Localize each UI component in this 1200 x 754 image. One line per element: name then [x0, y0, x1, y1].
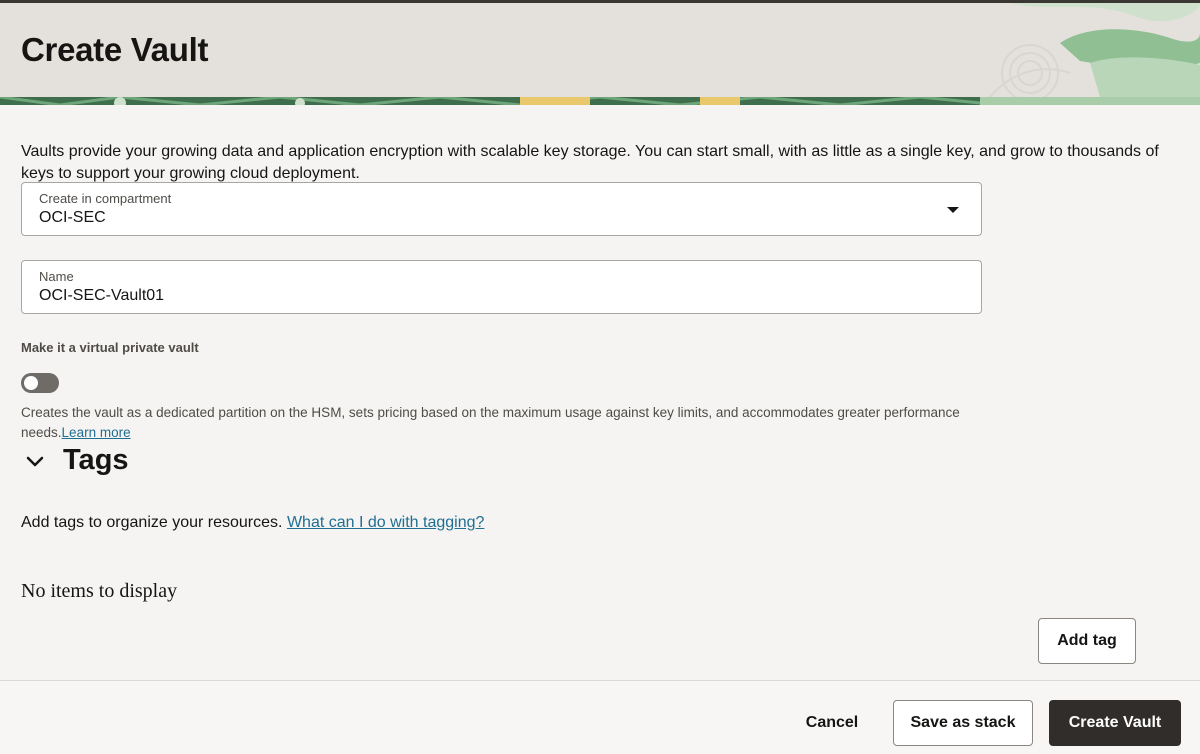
tags-description-text: Add tags to organize your resources. — [21, 514, 283, 531]
footer-bar: Cancel Save as stack Create Vault — [0, 680, 1200, 754]
virtual-private-vault-help: Creates the vault as a dedicated partiti… — [21, 403, 981, 443]
cancel-button[interactable]: Cancel — [790, 700, 874, 746]
page-title: Create Vault — [21, 31, 209, 68]
name-value[interactable]: OCI-SEC-Vault01 — [39, 287, 164, 305]
name-field[interactable]: Name OCI-SEC-Vault01 — [21, 260, 982, 314]
virtual-private-vault-label: Make it a virtual private vault — [21, 340, 199, 355]
tags-heading: Tags — [63, 444, 129, 476]
tags-empty-message: No items to display — [21, 580, 178, 602]
add-tag-button[interactable]: Add tag — [1038, 618, 1136, 664]
tags-description: Add tags to organize your resources. Wha… — [21, 514, 484, 532]
toggle-knob — [24, 376, 38, 390]
compartment-select[interactable]: Create in compartment OCI-SEC — [21, 182, 982, 236]
intro-text: Vaults provide your growing data and app… — [21, 143, 1159, 182]
form-body: Vaults provide your growing data and app… — [0, 105, 1200, 680]
tagging-help-link[interactable]: What can I do with tagging? — [287, 514, 484, 531]
name-label: Name — [39, 269, 74, 284]
header-decoration — [989, 3, 1200, 97]
compartment-value: OCI-SEC — [39, 209, 106, 226]
page-header: Create Vault — [0, 3, 1200, 97]
create-vault-button[interactable]: Create Vault — [1049, 700, 1181, 746]
virtual-private-vault-toggle[interactable] — [21, 373, 59, 393]
learn-more-link[interactable]: Learn more — [62, 425, 131, 440]
save-as-stack-button[interactable]: Save as stack — [893, 700, 1033, 746]
caret-down-icon[interactable] — [947, 207, 959, 213]
help-text: Creates the vault as a dedicated partiti… — [21, 405, 960, 440]
compartment-label: Create in compartment — [39, 191, 172, 206]
header-banner-strip — [0, 97, 1200, 105]
chevron-down-icon[interactable] — [24, 450, 46, 472]
